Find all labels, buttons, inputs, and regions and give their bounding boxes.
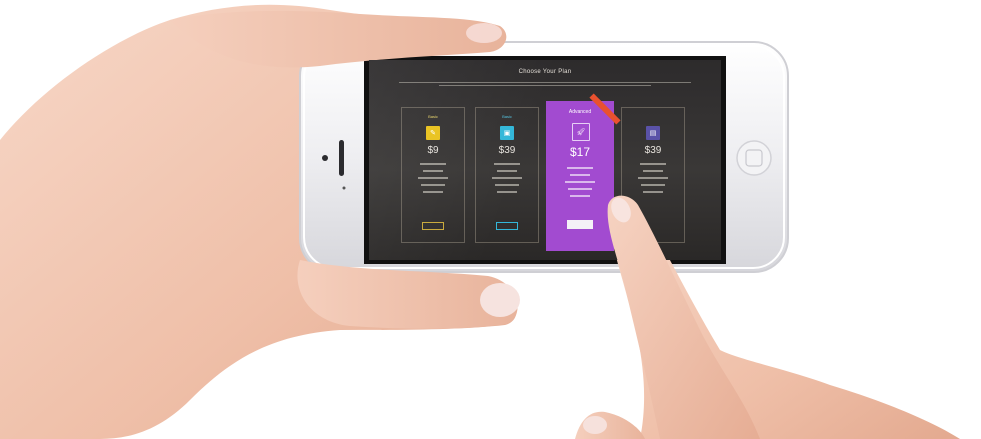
plan-name: Basic <box>428 114 438 119</box>
briefcase-icon: ▤ <box>646 126 660 140</box>
plan-card-featured[interactable]: Advanced 🚀︎ $17 <box>546 93 621 251</box>
plan-select-button[interactable] <box>567 220 593 229</box>
feature-list <box>556 167 604 202</box>
thumb-nail-top <box>466 23 502 43</box>
feature-list <box>486 163 528 198</box>
pricing-subtitle-lines <box>399 80 691 88</box>
rocket-icon: 🚀︎ <box>572 123 590 141</box>
photo-scene: Choose Your Plan Basic ✎ $9 Basic ▣ $39 <box>0 0 981 439</box>
plan-card[interactable]: Basic ✎ $9 <box>401 107 465 243</box>
thumb-nail <box>480 283 520 317</box>
feature-list <box>632 163 674 198</box>
pencil-icon: ✎ <box>426 126 440 140</box>
plan-card[interactable]: Basic ▣ $39 <box>475 107 539 243</box>
plan-card[interactable]: ▤ $39 <box>621 107 685 243</box>
plan-select-button[interactable] <box>496 222 518 230</box>
plan-price: $39 <box>644 145 662 156</box>
camera-icon <box>322 155 328 161</box>
plan-price: $9 <box>427 145 439 156</box>
phone-screen: Choose Your Plan Basic ✎ $9 Basic ▣ $39 <box>369 60 721 260</box>
pricing-heading: Choose Your Plan <box>518 69 572 75</box>
feature-list <box>412 163 454 198</box>
home-button-icon <box>736 140 772 176</box>
earpiece-icon <box>339 140 344 176</box>
plan-name: Basic <box>502 114 512 119</box>
plan-price: $39 <box>498 145 516 156</box>
plan-price: $17 <box>569 145 591 159</box>
plan-select-button[interactable] <box>422 222 444 230</box>
image-icon: ▣ <box>500 126 514 140</box>
plan-name: Advanced <box>568 109 592 115</box>
